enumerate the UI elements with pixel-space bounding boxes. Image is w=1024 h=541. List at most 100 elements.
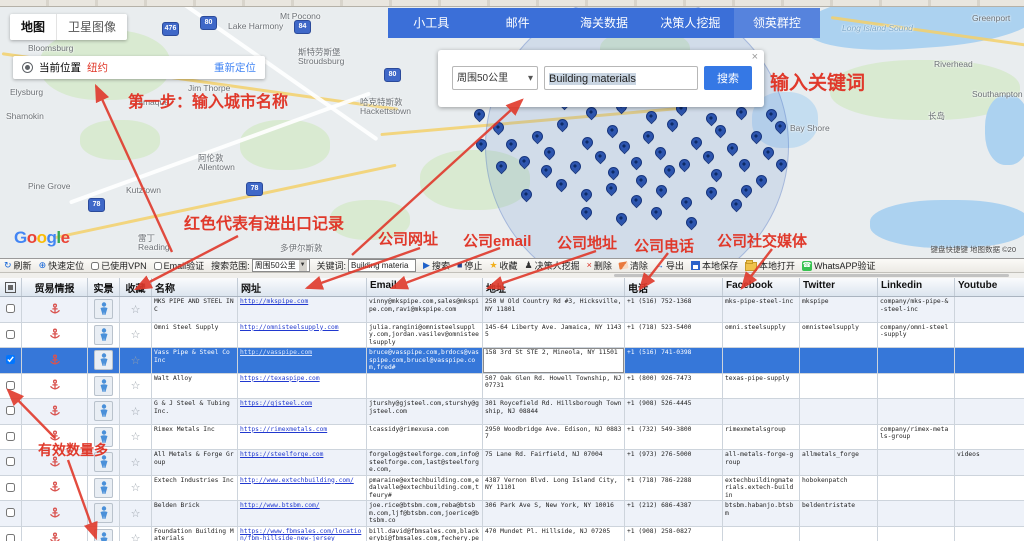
column-header-email[interactable]: Email (367, 278, 483, 296)
toolbar-item-input[interactable]: 关键词: Building materia (317, 259, 417, 272)
website-link[interactable]: http://omnisteelsupply.com (240, 324, 339, 331)
website-link[interactable]: https://rimexmetals.com (240, 426, 327, 433)
column-header-phone[interactable]: 电话 (625, 278, 723, 296)
website-link[interactable]: https://steelforge.com (240, 451, 323, 458)
current-location-bar[interactable]: 当前位置 纽约 重新定位 (13, 56, 265, 79)
toolbar-item-select[interactable]: 搜索范围: 周围50公里 ▼ (211, 259, 310, 272)
street-view-button[interactable] (94, 299, 113, 320)
column-header-trade[interactable]: 贸易情报 (22, 278, 88, 296)
row-checkbox[interactable] (6, 329, 15, 339)
search-button[interactable]: 搜索 (704, 66, 752, 90)
column-header-yt[interactable]: Youtube (955, 278, 1024, 296)
horizontal-scrollbar[interactable] (0, 273, 1024, 278)
scrollbar-thumb[interactable] (614, 274, 1009, 277)
website-link[interactable]: https://gjsteel.com (240, 400, 312, 407)
street-view-button[interactable] (94, 350, 113, 371)
toolbar-item-checkbox[interactable]: 已使用VPN (91, 259, 147, 272)
street-view-button[interactable] (94, 375, 113, 396)
website-link[interactable]: http://vasspipe.com (240, 349, 312, 356)
street-view-button[interactable] (94, 503, 113, 524)
toolbar-item-folder[interactable]: 本地打开 (744, 259, 795, 272)
close-icon[interactable]: × (752, 51, 758, 63)
favorite-star-icon[interactable]: ☆ (131, 533, 141, 541)
toolbar-item-star[interactable]: ★ 收藏 (489, 259, 517, 272)
table-row[interactable]: ☆ All Metals & Forge Group https://steel… (0, 450, 1024, 476)
toolbar-item-refresh[interactable]: ↻ 刷新 (4, 259, 32, 272)
table-row[interactable]: ☆ Omni Steel Supply http://omnisteelsupp… (0, 322, 1024, 348)
toolbar-item-whatsapp[interactable]: ☎ WhatsAPP验证 (801, 259, 875, 272)
toolbar-item-play[interactable]: ▶ 搜索 (423, 259, 450, 272)
map-area[interactable]: Bloomsburg Elysburg Shamokin Pine Grove Kutz… (0, 6, 1024, 258)
toolbar-item-erase[interactable]: 清除 (618, 259, 648, 272)
column-header-fav[interactable]: 收藏 (120, 278, 152, 296)
toolbar-item-stop[interactable]: ■ 停止 (457, 259, 482, 272)
satellite-button[interactable]: 卫星图像 (57, 14, 128, 40)
street-view-button[interactable] (94, 528, 113, 541)
website-link[interactable]: http://mkspipe.com (240, 298, 308, 305)
row-checkbox[interactable] (6, 457, 15, 466)
favorite-star-icon[interactable]: ☆ (131, 457, 141, 468)
column-header-fb[interactable]: Facebook (723, 278, 800, 296)
table-row[interactable]: ☆ Vass Pipe & Steel Co Inc http://vasspi… (0, 348, 1024, 374)
row-checkbox[interactable] (6, 355, 15, 364)
toolbar-keyword-input[interactable]: Building materia (348, 259, 417, 272)
map-pin-icon[interactable] (471, 106, 488, 123)
toolbar-item-checkbox[interactable]: Email验证 (153, 259, 204, 272)
address-cell: 250 W Old Country Rd #3, Hicksville, NY … (483, 297, 625, 322)
website-link[interactable]: https://texaspipe.com (240, 375, 320, 382)
keyword-input[interactable]: Building materials (544, 66, 698, 90)
column-header-url[interactable]: 网址 (238, 278, 367, 296)
range-select[interactable]: 周围50公里 (452, 66, 538, 91)
row-checkbox[interactable] (6, 380, 15, 390)
map-button[interactable]: 地图 (10, 14, 57, 40)
favorite-star-icon[interactable]: ☆ (131, 329, 141, 340)
website-link[interactable]: https://www.fbmsales.com/location/fbm-hi… (240, 528, 361, 541)
table-row[interactable]: ☆ Belden Brick http://www.btsbm.com/ joe… (0, 501, 1024, 527)
nav-tab[interactable]: 邮件 (474, 8, 560, 38)
nav-tab[interactable]: 海关数据 (561, 8, 647, 38)
row-checkbox[interactable] (6, 508, 15, 517)
street-view-button[interactable] (94, 401, 113, 422)
row-checkbox[interactable] (6, 304, 15, 313)
street-view-button[interactable] (94, 477, 113, 498)
table-row[interactable]: ☆ G & J Steel & Tubing Inc. https://gjst… (0, 399, 1024, 425)
nav-tab[interactable]: 小工具 (388, 8, 474, 38)
column-header-view[interactable]: 实景 (88, 278, 120, 296)
table-row[interactable]: ☆ Walt Alloy https://texaspipe.com 507 O… (0, 373, 1024, 399)
favorite-star-icon[interactable]: ☆ (131, 355, 141, 366)
relocate-link[interactable]: 重新定位 (214, 60, 256, 75)
website-link[interactable]: http://www.extechbuilding.com/ (240, 477, 354, 484)
column-header-addr[interactable]: 地址 (483, 278, 625, 296)
table-row[interactable]: ☆ MKS PIPE AND STEEL INC http://mkspipe.… (0, 297, 1024, 323)
table-row[interactable]: ☆ Extech Industries Inc http://www.extec… (0, 475, 1024, 501)
nav-tab[interactable]: 决策人挖掘 (647, 8, 733, 38)
favorite-star-icon[interactable]: ☆ (131, 431, 141, 442)
toolbar-item-export[interactable]: → 导出 (655, 259, 684, 272)
favorite-star-icon[interactable]: ☆ (131, 508, 141, 519)
toolbar-item-person[interactable]: ♟ 决策人挖掘 (525, 259, 580, 272)
toolbar-item-locate[interactable]: ⊕ 快速定位 (39, 259, 85, 272)
table-row[interactable]: ☆ Rimex Metals Inc https://rimexmetals.c… (0, 424, 1024, 450)
row-checkbox[interactable] (6, 406, 15, 415)
favorite-star-icon[interactable]: ☆ (131, 482, 141, 493)
toolbar-checkbox[interactable] (153, 261, 162, 270)
table-row[interactable]: ☆ Foundation Building Materials https://… (0, 526, 1024, 541)
column-header-cb[interactable] (0, 278, 22, 296)
row-checkbox[interactable] (6, 482, 15, 492)
favorite-star-icon[interactable]: ☆ (131, 304, 141, 315)
nav-tab[interactable]: 领英群控 (733, 8, 821, 38)
column-header-name[interactable]: 名称 (152, 278, 238, 296)
favorite-star-icon[interactable]: ☆ (131, 380, 141, 391)
row-checkbox[interactable] (6, 431, 15, 441)
street-view-button[interactable] (94, 324, 113, 345)
toolbar-item-delete[interactable]: × 删除 (587, 259, 612, 272)
select-all-checkbox[interactable] (5, 282, 16, 293)
toolbar-item-save[interactable]: 本地保存 (690, 259, 738, 272)
toolbar-range-select[interactable]: 周围50公里 ▼ (251, 259, 310, 272)
website-link[interactable]: http://www.btsbm.com/ (240, 502, 320, 509)
column-header-tw[interactable]: Twitter (800, 278, 878, 296)
favorite-star-icon[interactable]: ☆ (131, 406, 141, 417)
toolbar-checkbox[interactable] (91, 261, 100, 270)
row-checkbox[interactable] (6, 533, 15, 541)
column-header-li[interactable]: Linkedin (878, 278, 955, 296)
